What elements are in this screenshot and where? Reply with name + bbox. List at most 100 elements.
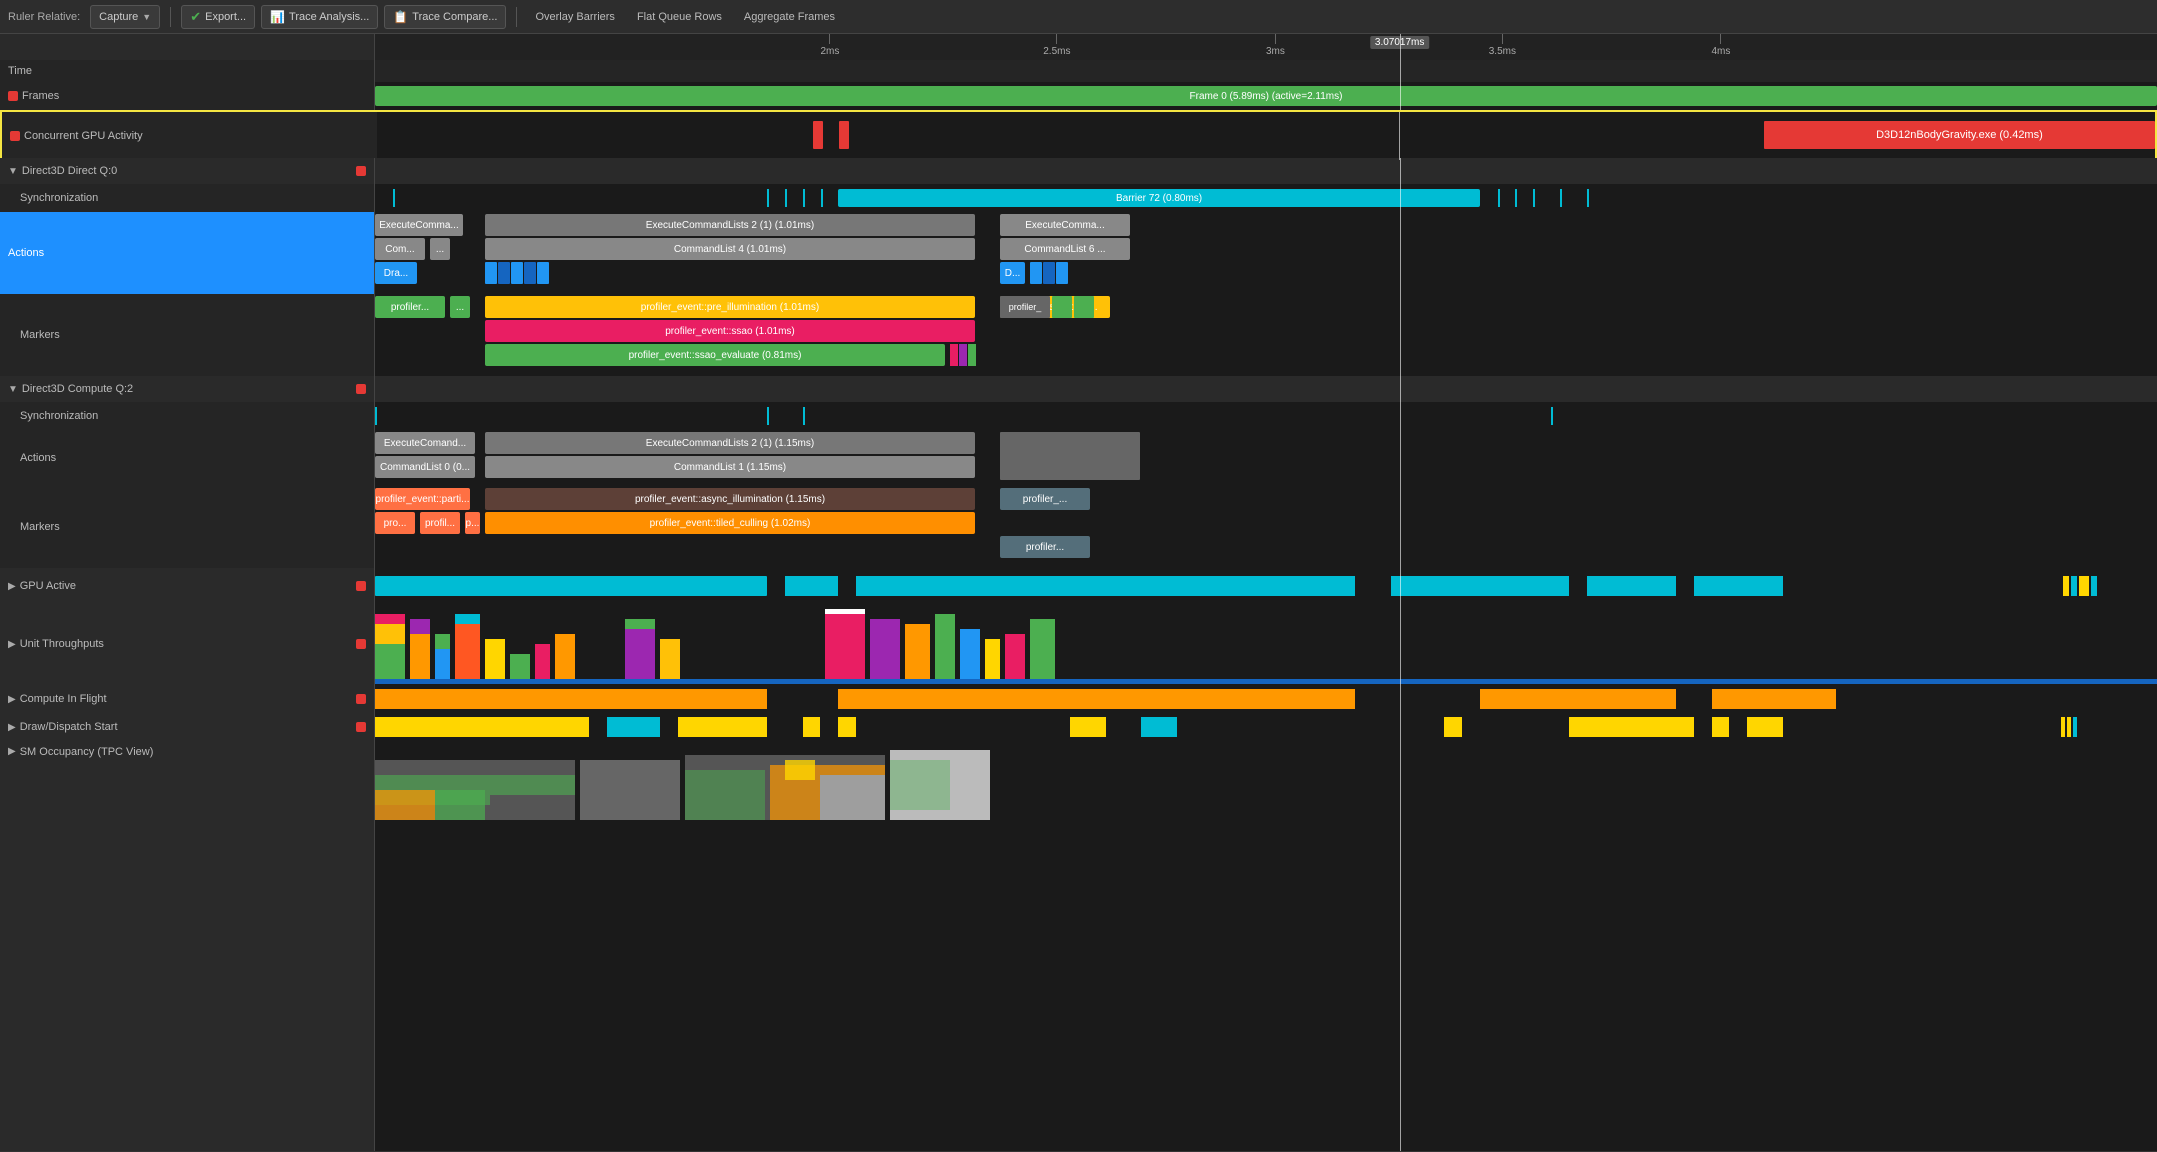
sm-text: SM Occupancy (TPC View)	[20, 746, 154, 758]
draw-timeline[interactable]	[375, 714, 2157, 740]
unit-throughputs-row: ▶ Unit Throughputs	[0, 604, 2157, 684]
draw-bar-5	[1070, 717, 1106, 737]
actions-c2-timeline[interactable]: ExecuteComand... ExecuteCommandLists 2 (…	[375, 430, 2157, 486]
ruler-label: Ruler Relative:	[8, 11, 80, 23]
trace-analysis-button[interactable]: 📊 Trace Analysis...	[261, 5, 378, 29]
draw-bar-cyan-1	[607, 717, 660, 737]
gpu-active-label[interactable]: ▶ GPU Active	[0, 568, 375, 604]
draw-bar-8	[1712, 717, 1730, 737]
markers-q0-cursor	[1400, 294, 1401, 376]
draw-bar-2	[678, 717, 767, 737]
ruler-timeline[interactable]: 2ms 2.5ms 3ms 3.07017ms 3.5ms	[375, 34, 2157, 60]
unit-throughputs-text: Unit Throughputs	[20, 638, 104, 650]
gpu-activity-red-dot	[10, 131, 20, 141]
sync-tick-10	[1587, 189, 1589, 207]
expand-icon-compute: ▶	[8, 694, 16, 705]
tick-2ms-label: 2ms	[821, 46, 840, 57]
gpu-activity-cursor	[1399, 112, 1400, 160]
gpu-active-bar-4	[1391, 576, 1569, 596]
trace-analysis-label: Trace Analysis...	[289, 11, 369, 23]
frames-label: Frames	[22, 90, 59, 102]
draw-bar-1	[375, 717, 589, 737]
draw-block-1: Dra...	[375, 262, 417, 284]
profiler-1: profiler...	[375, 296, 445, 318]
sync-tick-6	[1498, 189, 1500, 207]
sm-chart	[375, 740, 2157, 820]
direct3d-c2-row: ▼ Direct3D Compute Q:2	[0, 376, 2157, 402]
markers-q0-timeline[interactable]: profiler... ... profiler_event::pre_illu…	[375, 294, 2157, 376]
sync-c2-timeline[interactable]	[375, 402, 2157, 430]
time-timeline	[375, 60, 2157, 82]
actions-c2-cursor	[1400, 430, 1401, 486]
sync-q0-timeline[interactable]: Barrier 72 (0.80ms)	[375, 184, 2157, 212]
tick-4ms: 4ms	[1712, 34, 1731, 60]
gpu-active-right	[2063, 576, 2097, 596]
sync-tick-1	[393, 189, 395, 207]
exec-cmd-lists-2: ExecuteCommandLists 2 (1) (1.01ms)	[485, 214, 975, 236]
draw-label[interactable]: ▶ Draw/Dispatch Start	[0, 714, 375, 740]
unit-throughputs-label[interactable]: ▶ Unit Throughputs	[0, 604, 375, 684]
trace-compare-button[interactable]: 📋 Trace Compare...	[384, 5, 506, 29]
sync-q0-label: Synchronization	[0, 184, 375, 212]
frames-timeline[interactable]: Frame 0 (5.89ms) (active=2.11ms)	[375, 82, 2157, 110]
gpu-active-bar-1	[375, 576, 767, 596]
exec-cmd-3: ExecuteComma...	[1000, 214, 1130, 236]
sm-label[interactable]: ▶ SM Occupancy (TPC View)	[0, 740, 375, 1151]
actions-q0-timeline[interactable]: ExecuteComma... ExecuteCommandLists 2 (1…	[375, 212, 2157, 294]
profiler-parti: profiler_event::parti...	[375, 488, 470, 510]
toolbar: Ruler Relative: Capture ▼ ✔ Export... 📊 …	[0, 0, 2157, 34]
compute-timeline[interactable]	[375, 684, 2157, 714]
markers-c2-row: Markers profiler_event::parti... profile…	[0, 486, 2157, 568]
expand-icon-draw: ▶	[8, 722, 16, 733]
direct3d-c2-timeline	[375, 376, 2157, 402]
unit-throughputs-timeline[interactable]	[375, 604, 2157, 684]
check-icon: ✔	[190, 9, 201, 25]
profiler-ssao: profiler_event::ssao (1.01ms)	[485, 320, 975, 342]
sync-tick-7	[1515, 189, 1517, 207]
draw-text: Draw/Dispatch Start	[20, 721, 118, 733]
sm-timeline[interactable]	[375, 740, 2157, 1151]
exec-cmd-gray-block	[1000, 432, 1140, 480]
sync-tick-8	[1533, 189, 1535, 207]
direct3d-q0-label[interactable]: ▼ Direct3D Direct Q:0	[0, 158, 375, 184]
draw-dispatch-row: ▶ Draw/Dispatch Start	[0, 714, 2157, 740]
gpu-activity-label-cell: Concurrent GPU Activity	[2, 112, 377, 160]
ruler-row: 2ms 2.5ms 3ms 3.07017ms 3.5ms	[0, 34, 2157, 60]
draw-bar-cyan-2	[1141, 717, 1177, 737]
export-button[interactable]: ✔ Export...	[181, 5, 255, 29]
draw-mini-blocks-2	[1030, 262, 1068, 284]
draw-bar-9	[1747, 717, 1783, 737]
collapse-icon-2: ▼	[8, 384, 18, 395]
compute-label[interactable]: ▶ Compute In Flight	[0, 684, 375, 714]
sync-q0-text: Synchronization	[20, 192, 98, 204]
gpu-activity-timeline[interactable]: D3D12nBodyGravity.exe (0.42ms)	[377, 112, 2155, 160]
compute-bar-1	[375, 689, 767, 709]
sync-q0-row: Synchronization Barrier 72 (0.80ms)	[0, 184, 2157, 212]
direct3d-c2-label[interactable]: ▼ Direct3D Compute Q:2	[0, 376, 375, 402]
markers-c2-timeline[interactable]: profiler_event::parti... profiler_event:…	[375, 486, 2157, 568]
overlay-barriers-button[interactable]: Overlay Barriers	[527, 5, 622, 29]
profiler-extra-blocks: profiler_	[1000, 296, 1094, 318]
tick-4ms-label: 4ms	[1712, 46, 1731, 57]
actions-c2-text: Actions	[20, 452, 56, 464]
tick-3.5ms: 3.5ms	[1489, 34, 1516, 60]
flat-queue-rows-button[interactable]: Flat Queue Rows	[629, 5, 730, 29]
markers-c2-label: Markers	[0, 486, 375, 568]
cmd-ellipsis: ...	[430, 238, 450, 260]
draw-right-ticks	[2061, 717, 2077, 737]
tick-3ms-label: 3ms	[1266, 46, 1285, 57]
sync-c2-text: Synchronization	[20, 410, 98, 422]
gpu-active-timeline[interactable]	[375, 568, 2157, 604]
gpu-active-bar-6	[1694, 576, 1783, 596]
separator-2	[516, 7, 517, 27]
exec-cmd-1: ExecuteComma...	[375, 214, 463, 236]
gpu-active-bar-3	[856, 576, 1355, 596]
draw-bar-3	[803, 717, 821, 737]
markers-q0-text: Markers	[20, 329, 60, 341]
ruler-dropdown[interactable]: Capture ▼	[90, 5, 160, 29]
frames-red-dot	[8, 91, 18, 101]
aggregate-frames-button[interactable]: Aggregate Frames	[736, 5, 843, 29]
actions-q0-text: Actions	[8, 247, 44, 259]
profiler-c2-right: profiler_...	[1000, 488, 1090, 510]
time-label-cell: Time	[0, 60, 375, 82]
